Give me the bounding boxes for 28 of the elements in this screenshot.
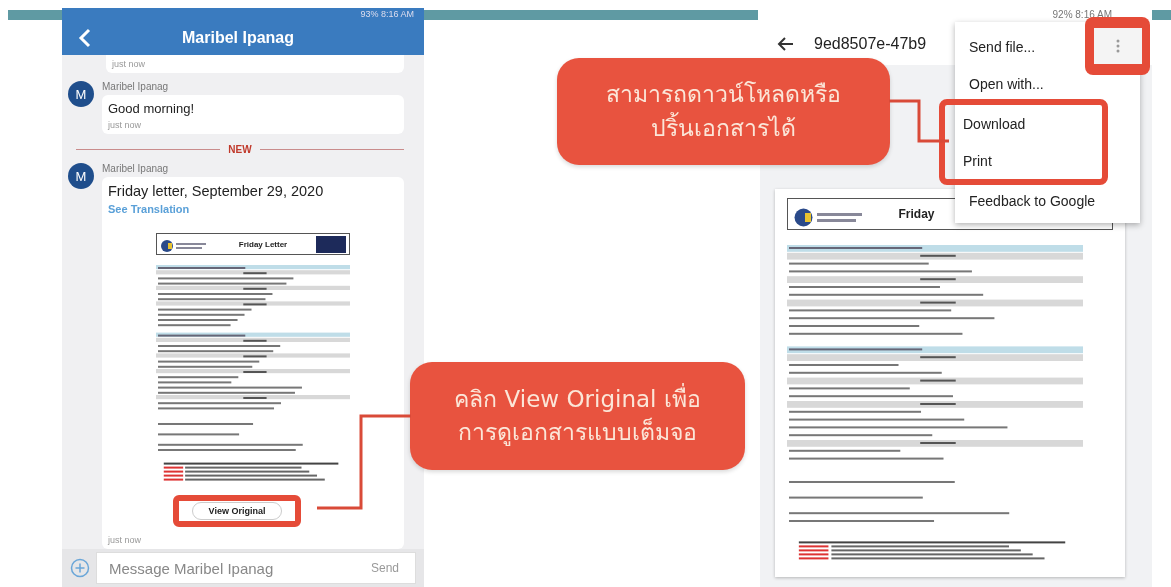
view-original-button[interactable]: View Original [191, 502, 283, 520]
message-time: just now [112, 59, 147, 70]
callout-bubble: คลิก View Original เพื่อ การดูเอกสารแบบเต็มจอ [410, 362, 745, 470]
menu-item[interactable]: Feedback to Google [955, 182, 1110, 219]
back-icon[interactable] [776, 36, 794, 52]
menu-item[interactable]: Download [949, 105, 1040, 142]
message-time: just now [108, 535, 143, 545]
more-vertical-icon [1115, 39, 1120, 53]
avatar: M [68, 163, 94, 190]
document-title: Friday [898, 207, 936, 221]
avatar: M [68, 81, 94, 108]
menu-item[interactable]: Send file... [955, 28, 1050, 65]
document-title: Friday Letter [237, 239, 289, 249]
sender-name: Maribel Ipanag [102, 81, 170, 93]
message-time: just now [108, 120, 143, 131]
message-text: Good morning! [108, 101, 195, 117]
file-title: 9ed8507e-47b9 [814, 35, 927, 53]
accent-bar [1152, 10, 1171, 20]
new-divider-label: NEW [228, 144, 252, 156]
chat-title: Maribel Ipanag [181, 28, 295, 47]
callout-bubble: สามารถดาวน์โหลดหรือ ปริ้นเอกสารได้ [557, 58, 890, 165]
header-block [316, 235, 346, 253]
more-options-button[interactable] [1093, 28, 1142, 64]
menu-item[interactable]: Open with... [955, 65, 1058, 102]
status-text: 93% 8:16 AM [359, 8, 415, 20]
menu-item[interactable]: Print [949, 142, 1006, 179]
message-text: Friday letter, September 29, 2020 [108, 183, 325, 200]
sender-name: Maribel Ipanag [102, 163, 170, 175]
